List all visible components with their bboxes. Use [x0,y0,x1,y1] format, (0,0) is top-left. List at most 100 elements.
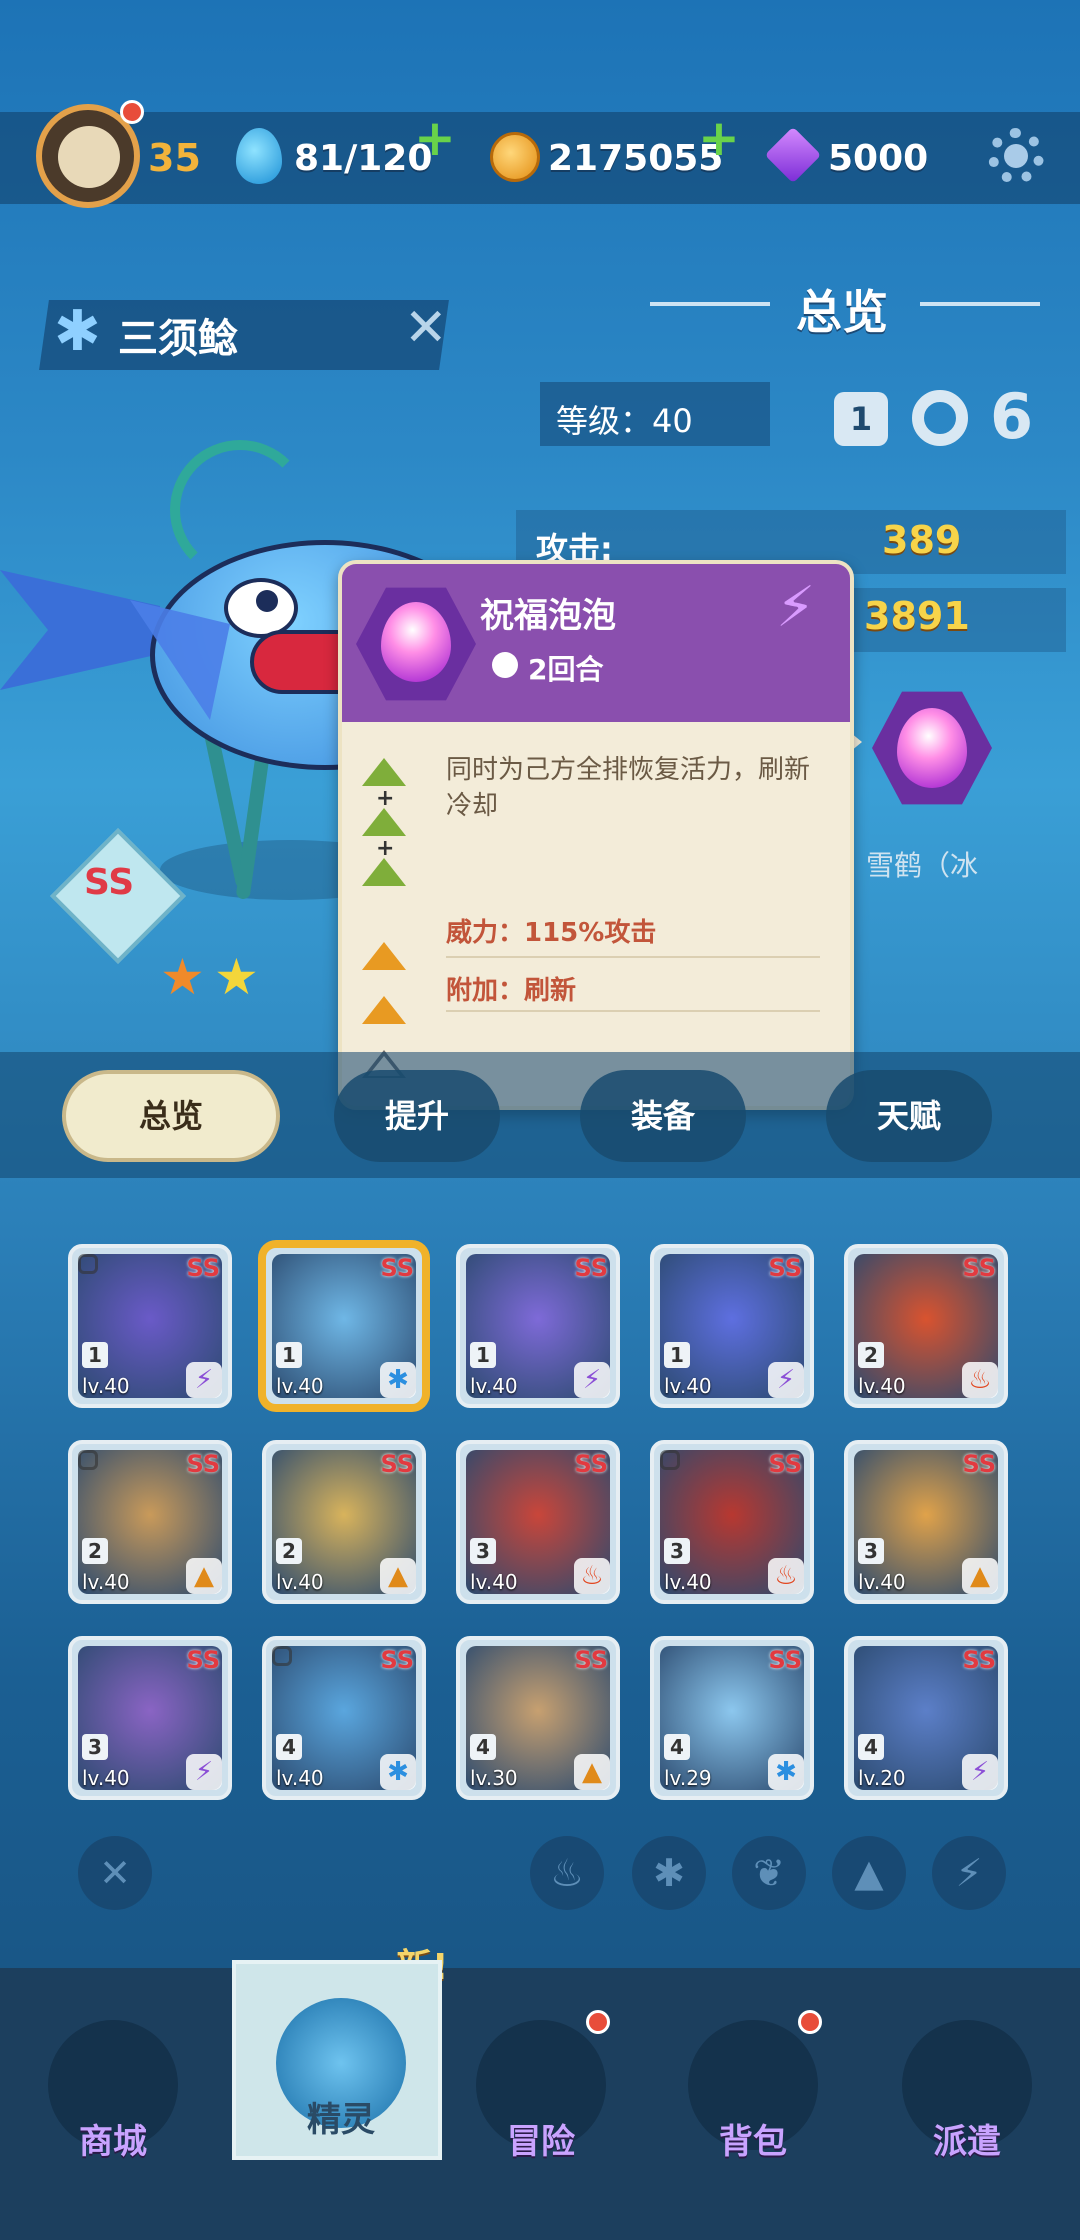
card-level: lv.30 [470,1766,518,1790]
energy-value: 81/120 [294,138,433,179]
creature-name: 三须鲶 [118,316,238,362]
clear-filter-icon[interactable]: ✕ [78,1836,152,1910]
creature-card[interactable]: SS 2 lv.40 ▲ [262,1440,426,1604]
coin-icon [490,132,540,182]
card-tier: 4 [664,1734,690,1760]
ice-filter-icon[interactable]: ✱ [632,1836,706,1910]
six-icon[interactable]: 6 [990,382,1033,452]
card-level: lv.40 [858,1374,906,1398]
close-icon[interactable]: ✕ [404,298,448,358]
avatar-notification-dot [120,100,144,124]
card-tier: 4 [276,1734,302,1760]
card-tier: 1 [82,1342,108,1368]
card-rank: SS [186,1450,221,1478]
element-icon: ✱ [768,1754,804,1790]
nav-label: 冒险 [507,2122,575,2162]
card-rank: SS [962,1254,997,1282]
card-tier: 2 [858,1342,884,1368]
card-tier: 3 [82,1734,108,1760]
nav-backpack[interactable]: 背包 [648,1986,858,2186]
creature-card[interactable]: SS 4 lv.30 ▲ [456,1636,620,1800]
level-triangle-green [362,758,406,786]
notification-dot [586,2010,610,2034]
card-tier: 1 [276,1342,302,1368]
card-rank: SS [768,1646,803,1674]
element-icon: ⚡ [186,1362,222,1398]
gem-value: 5000 [828,138,929,179]
card-tier: 1 [664,1342,690,1368]
creature-card[interactable]: SS 3 lv.40 ♨ [650,1440,814,1604]
nav-label: 背包 [719,2122,787,2162]
coin-add-button[interactable]: + [698,113,740,163]
nav-label: 精灵 [307,2100,375,2140]
creature-card[interactable]: SS 3 lv.40 ▲ [844,1440,1008,1604]
hp-value: 3891 [864,594,970,638]
attack-value: 389 [882,518,962,562]
star-icon: ★ [160,948,205,1006]
element-icon: ♨ [574,1558,610,1594]
star-icon: ★ [214,948,259,1006]
tab-equipment[interactable]: 装备 [580,1070,746,1162]
fish-tail [0,570,160,690]
card-rank: SS [768,1450,803,1478]
nav-dispatch[interactable]: 派遣 [862,1986,1072,2186]
level-label: 等级：40 [556,402,693,440]
energy-add-button[interactable]: + [414,113,456,163]
element-icon: ▲ [186,1558,222,1594]
leaf-filter-icon[interactable]: ❦ [732,1836,806,1910]
card-rank: SS [962,1646,997,1674]
card-tier: 1 [470,1342,496,1368]
level-triangle-green [362,808,406,836]
element-icon: ▲ [962,1558,998,1594]
creature-card[interactable]: SS 1 lv.40 ⚡ [650,1244,814,1408]
creature-card[interactable]: SS 3 lv.40 ⚡ [68,1636,232,1800]
skill-extra: 附加：刷新 [446,976,577,1006]
creature-card[interactable]: SS 2 lv.40 ♨ [844,1244,1008,1408]
fire-filter-icon[interactable]: ♨ [530,1836,604,1910]
element-icon: ⚡ [186,1754,222,1790]
lightning-filter-icon[interactable]: ⚡ [932,1836,1006,1910]
nav-shop[interactable]: 商城 [8,1986,218,2186]
creature-card[interactable]: SS 4 lv.20 ⚡ [844,1636,1008,1800]
lock-icon [272,1646,292,1666]
avatar-face [58,126,120,188]
level-triangle-orange [362,942,406,970]
card-level: lv.29 [664,1766,712,1790]
earth-filter-icon[interactable]: ▲ [832,1836,906,1910]
fish-pupil [256,590,278,612]
nav-adventure[interactable]: 冒险 [436,1986,646,2186]
card-rank: SS [768,1254,803,1282]
creature-card[interactable]: SS 3 lv.40 ♨ [456,1440,620,1604]
card-level: lv.40 [82,1766,130,1790]
creature-card[interactable]: SS 2 lv.40 ▲ [68,1440,232,1604]
creature-card[interactable]: SS 1 lv.40 ✱ [262,1244,426,1408]
card-level: lv.40 [470,1570,518,1594]
element-icon: ⚡ [574,1362,610,1398]
skill-cooldown: 2回合 [528,653,604,686]
ring-icon[interactable] [912,390,968,446]
level-triangle-orange [362,996,406,1024]
card-tier: 3 [470,1538,496,1564]
clock-icon [492,652,518,678]
element-icon: ⚡ [962,1754,998,1790]
tab-talent[interactable]: 天赋 [826,1070,992,1162]
creature-card[interactable]: SS 1 lv.40 ⚡ [456,1244,620,1408]
nav-spirit[interactable]: 精灵 [232,1960,442,2160]
bubble-orb-icon [381,602,451,682]
skill-slot-1-icon[interactable]: 1 [834,392,888,446]
card-tier: 2 [82,1538,108,1564]
element-icon: ✱ [380,1362,416,1398]
rank-text: SS [84,862,135,903]
title-deco-left [650,302,770,306]
lock-icon [78,1450,98,1470]
creature-card[interactable]: SS 4 lv.40 ✱ [262,1636,426,1800]
card-level: lv.40 [276,1766,324,1790]
divider [446,1010,820,1012]
tab-overview[interactable]: 总览 [62,1070,280,1162]
creature-card[interactable]: SS 4 lv.29 ✱ [650,1636,814,1800]
tab-upgrade[interactable]: 提升 [334,1070,500,1162]
card-tier: 3 [664,1538,690,1564]
card-level: lv.40 [664,1374,712,1398]
creature-card[interactable]: SS 1 lv.40 ⚡ [68,1244,232,1408]
nav-label: 派遣 [933,2122,1001,2162]
